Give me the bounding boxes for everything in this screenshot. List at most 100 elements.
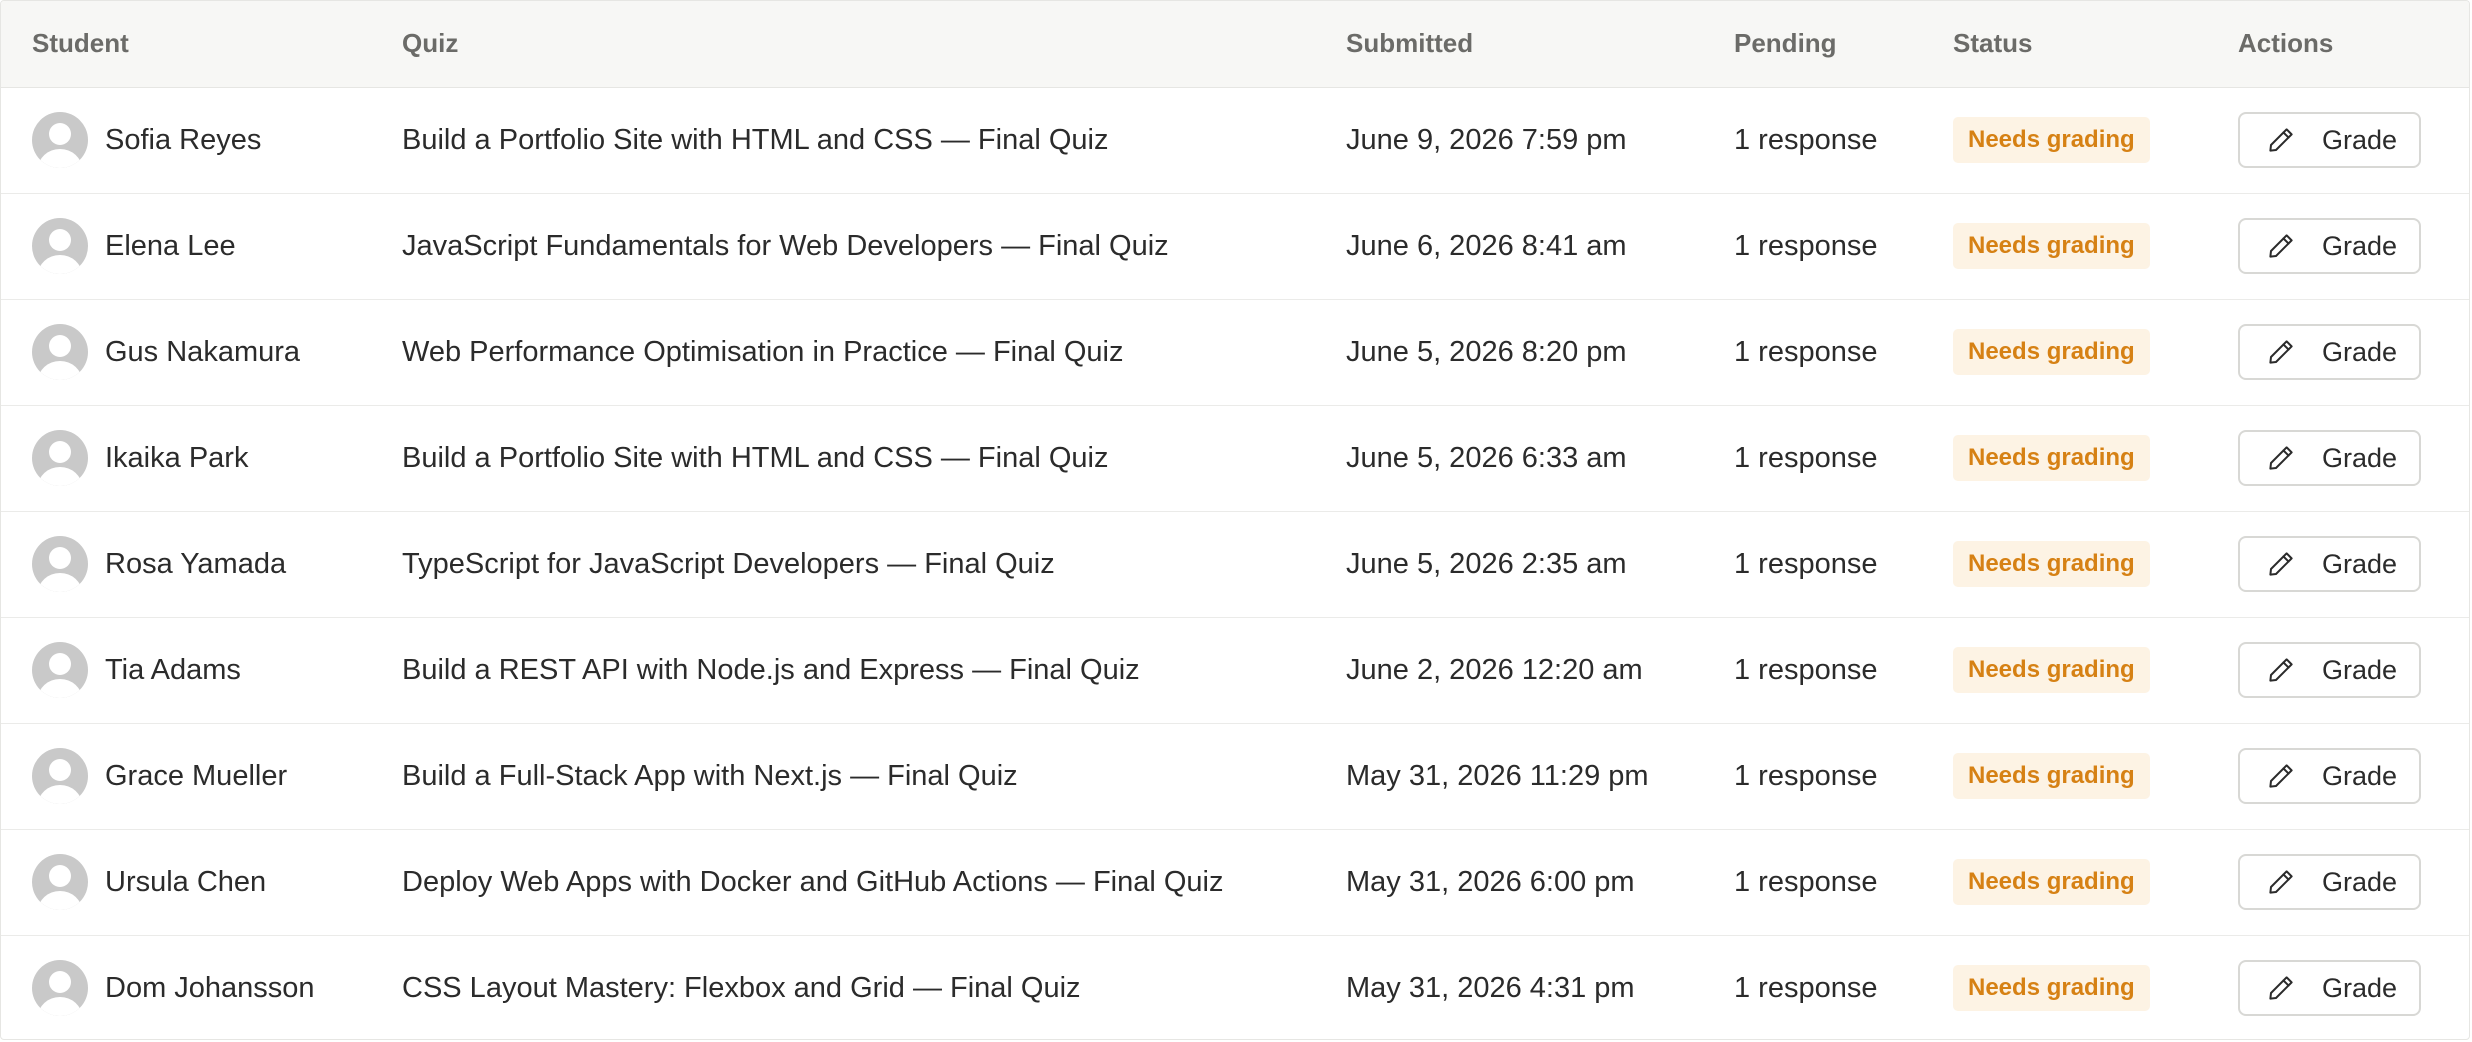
- table-row: Tia Adams Build a REST API with Node.js …: [1, 617, 2469, 724]
- grade-button[interactable]: Grade: [2238, 112, 2421, 168]
- table-header: Student Quiz Submitted Pending Status Ac…: [1, 1, 2469, 88]
- quiz-title[interactable]: Build a Full-Stack App with Next.js — Fi…: [402, 723, 1346, 830]
- student-name[interactable]: Ikaika Park: [105, 442, 248, 475]
- student-name[interactable]: Rosa Yamada: [105, 548, 286, 581]
- actions-cell: Grade: [2238, 935, 2469, 1039]
- grade-button[interactable]: Grade: [2238, 430, 2421, 486]
- status-cell: Needs grading: [1953, 617, 2238, 724]
- status-badge: Needs grading: [1953, 435, 2150, 481]
- student-cell: Elena Lee: [1, 193, 402, 300]
- quiz-title[interactable]: Build a REST API with Node.js and Expres…: [402, 617, 1346, 724]
- student-info: Elena Lee: [32, 218, 402, 274]
- pencil-icon: [2269, 234, 2293, 258]
- submitted-date: May 31, 2026 4:31 pm: [1346, 971, 1635, 1004]
- submitted-date: June 5, 2026 2:35 am: [1346, 511, 1734, 618]
- quiz-title[interactable]: Build a Portfolio Site with HTML and CSS…: [402, 87, 1346, 194]
- submitted-date: June 2, 2026 12:20 am: [1346, 617, 1734, 724]
- student-name[interactable]: Elena Lee: [105, 230, 236, 263]
- pending-count: 1 response: [1734, 829, 1953, 936]
- user-avatar-placeholder-icon: [32, 536, 88, 592]
- quiz-title[interactable]: Deploy Web Apps with Docker and GitHub A…: [402, 829, 1346, 936]
- grade-button[interactable]: Grade: [2238, 536, 2421, 592]
- user-avatar-placeholder-icon: [32, 430, 88, 486]
- column-header-student[interactable]: Student: [1, 1, 402, 88]
- student-name[interactable]: Dom Johansson: [105, 972, 315, 1005]
- column-header-pending[interactable]: Pending: [1734, 1, 1953, 88]
- actions-cell: Grade: [2238, 829, 2469, 936]
- status-badge: Needs grading: [1953, 223, 2150, 269]
- quiz-title[interactable]: CSS Layout Mastery: Flexbox and Grid — F…: [402, 935, 1346, 1039]
- pencil-icon: [2269, 340, 2293, 364]
- user-avatar-placeholder-icon: [32, 854, 88, 910]
- status-cell: Needs grading: [1953, 87, 2238, 194]
- user-avatar-placeholder-icon: [32, 748, 88, 804]
- pending-count: 1 response: [1734, 405, 1953, 512]
- student-cell: Grace Mueller: [1, 723, 402, 830]
- student-cell: Rosa Yamada: [1, 511, 402, 618]
- grade-button[interactable]: Grade: [2238, 854, 2421, 910]
- submitted-date: June 6, 2026 8:41 am: [1346, 193, 1734, 300]
- student-info: Gus Nakamura: [32, 324, 402, 380]
- submitted-date: June 5, 2026 6:33 am: [1346, 405, 1734, 512]
- pending-count: 1 response: [1734, 617, 1953, 724]
- pencil-icon: [2269, 446, 2293, 470]
- actions-cell: Grade: [2238, 617, 2469, 724]
- pending-count: 1 response: [1734, 971, 1878, 1004]
- user-avatar-placeholder-icon: [32, 960, 88, 1017]
- student-cell: Ikaika Park: [1, 405, 402, 512]
- grade-button[interactable]: Grade: [2238, 748, 2421, 804]
- grade-button-label: Grade: [2322, 548, 2398, 579]
- user-avatar-placeholder-icon: [32, 642, 88, 698]
- grade-button-label: Grade: [2322, 972, 2398, 1003]
- grade-button-label: Grade: [2322, 124, 2398, 155]
- quiz-title[interactable]: TypeScript for JavaScript Developers — F…: [402, 511, 1346, 618]
- student-cell: Gus Nakamura: [1, 299, 402, 406]
- grade-button-label: Grade: [2322, 336, 2398, 367]
- status-badge: Needs grading: [1953, 965, 2150, 1012]
- actions-cell: Grade: [2238, 299, 2469, 406]
- student-info: Ursula Chen: [32, 854, 402, 910]
- grade-button-label: Grade: [2322, 654, 2398, 685]
- grade-button-label: Grade: [2322, 442, 2398, 473]
- student-name[interactable]: Grace Mueller: [105, 760, 287, 793]
- student-name[interactable]: Sofia Reyes: [105, 124, 261, 157]
- student-info: Rosa Yamada: [32, 536, 402, 592]
- grade-button-label: Grade: [2322, 760, 2398, 791]
- student-info: Tia Adams: [32, 642, 402, 698]
- actions-cell: Grade: [2238, 405, 2469, 512]
- student-name[interactable]: Tia Adams: [105, 654, 241, 687]
- actions-cell: Grade: [2238, 193, 2469, 300]
- pending-count: 1 response: [1734, 511, 1953, 618]
- submitted-date: May 31, 2026 11:29 pm: [1346, 723, 1734, 830]
- grade-button[interactable]: Grade: [2238, 218, 2421, 274]
- student-name[interactable]: Ursula Chen: [105, 866, 266, 899]
- submitted-date: June 5, 2026 8:20 pm: [1346, 299, 1734, 406]
- column-header-status[interactable]: Status: [1953, 1, 2238, 88]
- status-badge: Needs grading: [1953, 647, 2150, 693]
- status-cell: Needs grading: [1953, 511, 2238, 618]
- student-cell: Tia Adams: [1, 617, 402, 724]
- student-name[interactable]: Gus Nakamura: [105, 336, 300, 369]
- grade-button[interactable]: Grade: [2238, 642, 2421, 698]
- status-cell: Needs grading: [1953, 299, 2238, 406]
- student-info: Dom Johansson: [32, 960, 402, 1017]
- quiz-title[interactable]: Web Performance Optimisation in Practice…: [402, 299, 1346, 406]
- status-badge: Needs grading: [1953, 329, 2150, 375]
- quiz-title[interactable]: Build a Portfolio Site with HTML and CSS…: [402, 405, 1346, 512]
- grade-button-label: Grade: [2322, 230, 2398, 261]
- pending-count: 1 response: [1734, 87, 1953, 194]
- student-cell: Ursula Chen: [1, 829, 402, 936]
- column-header-quiz[interactable]: Quiz: [402, 1, 1346, 88]
- grade-button[interactable]: Grade: [2238, 324, 2421, 380]
- actions-cell: Grade: [2238, 723, 2469, 830]
- column-header-submitted[interactable]: Submitted: [1346, 1, 1734, 88]
- status-cell: Needs grading: [1953, 829, 2238, 936]
- grading-queue-table: Student Quiz Submitted Pending Status Ac…: [1, 1, 2469, 1039]
- quiz-title[interactable]: JavaScript Fundamentals for Web Develope…: [402, 193, 1346, 300]
- pencil-icon: [2269, 764, 2293, 788]
- student-info: Ikaika Park: [32, 430, 402, 486]
- table-row: Rosa Yamada TypeScript for JavaScript De…: [1, 511, 2469, 618]
- status-badge: Needs grading: [1953, 541, 2150, 587]
- status-cell: Needs grading: [1953, 405, 2238, 512]
- grade-button[interactable]: Grade: [2238, 960, 2421, 1017]
